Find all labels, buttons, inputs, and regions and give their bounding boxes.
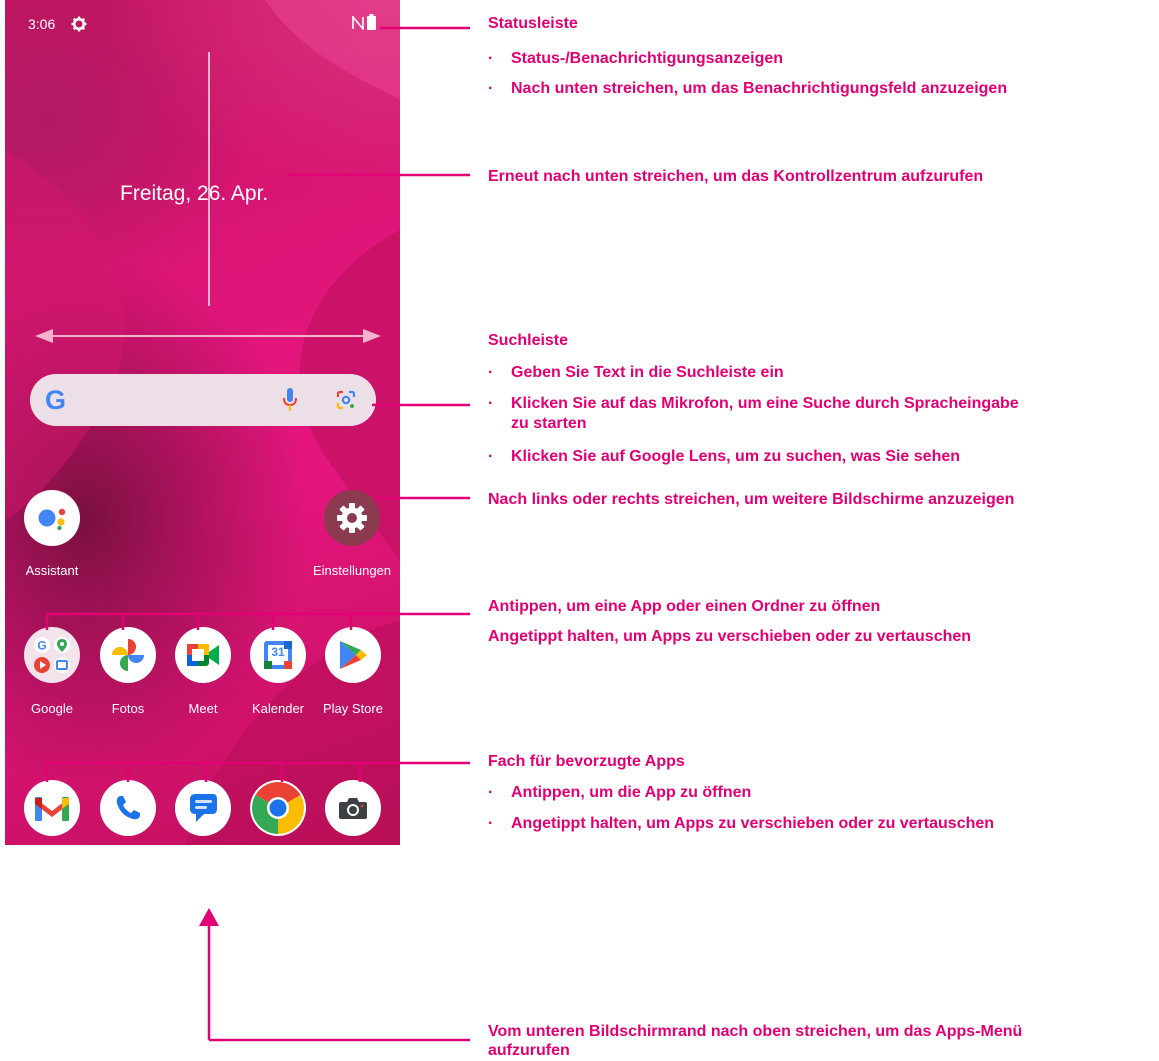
annotation-search-b2b: zu starten <box>511 415 587 432</box>
annotation-lines <box>45 26 470 1042</box>
annotation-search-b1: Geben Sie Text in die Suchleiste ein <box>511 364 784 381</box>
annotation-status-b1: Status-/Benachrichtigungsanzeigen <box>511 50 784 67</box>
annotation-status-b2: Nach unten streichen, um das Benachricht… <box>511 80 1008 97</box>
bullet-dot: · <box>488 448 494 465</box>
bullet-dot: · <box>488 395 494 412</box>
annotation-search-b3: Klicken Sie auf Google Lens, um zu suche… <box>511 448 961 465</box>
annotation-tap-open: Antippen, um eine App oder einen Ordner … <box>488 598 881 615</box>
bullet-dot: · <box>488 784 494 801</box>
bullet-dot: · <box>488 364 494 381</box>
annotation-control-center: Erneut nach unten streichen, um das Kont… <box>488 168 984 185</box>
bullet-dot: · <box>488 50 494 67</box>
annotation-tray-b1: Antippen, um die App zu öffnen <box>511 784 752 801</box>
bullet-dot: · <box>488 80 494 97</box>
annotation-statusleiste-title: Statusleiste <box>488 15 578 32</box>
annotation-swipe-screens: Nach links oder rechts streichen, um wei… <box>488 491 1015 508</box>
annotation-hold-move: Angetippt halten, um Apps zu verschieben… <box>488 628 972 645</box>
annotation-tray-title: Fach für bevorzugte Apps <box>488 753 685 770</box>
annotation-suchleiste-title: Suchleiste <box>488 332 569 349</box>
annotation-apps-menu-a: Vom unteren Bildschirmrand nach oben str… <box>488 1023 1023 1040</box>
annotation-tray-b2: Angetippt halten, um Apps zu verschieben… <box>511 815 995 832</box>
annotation-apps-menu-b: aufzurufen <box>488 1042 570 1059</box>
annotation-search-b2a: Klicken Sie auf das Mikrofon, um eine Su… <box>511 395 1019 412</box>
bullet-dot: · <box>488 815 494 832</box>
